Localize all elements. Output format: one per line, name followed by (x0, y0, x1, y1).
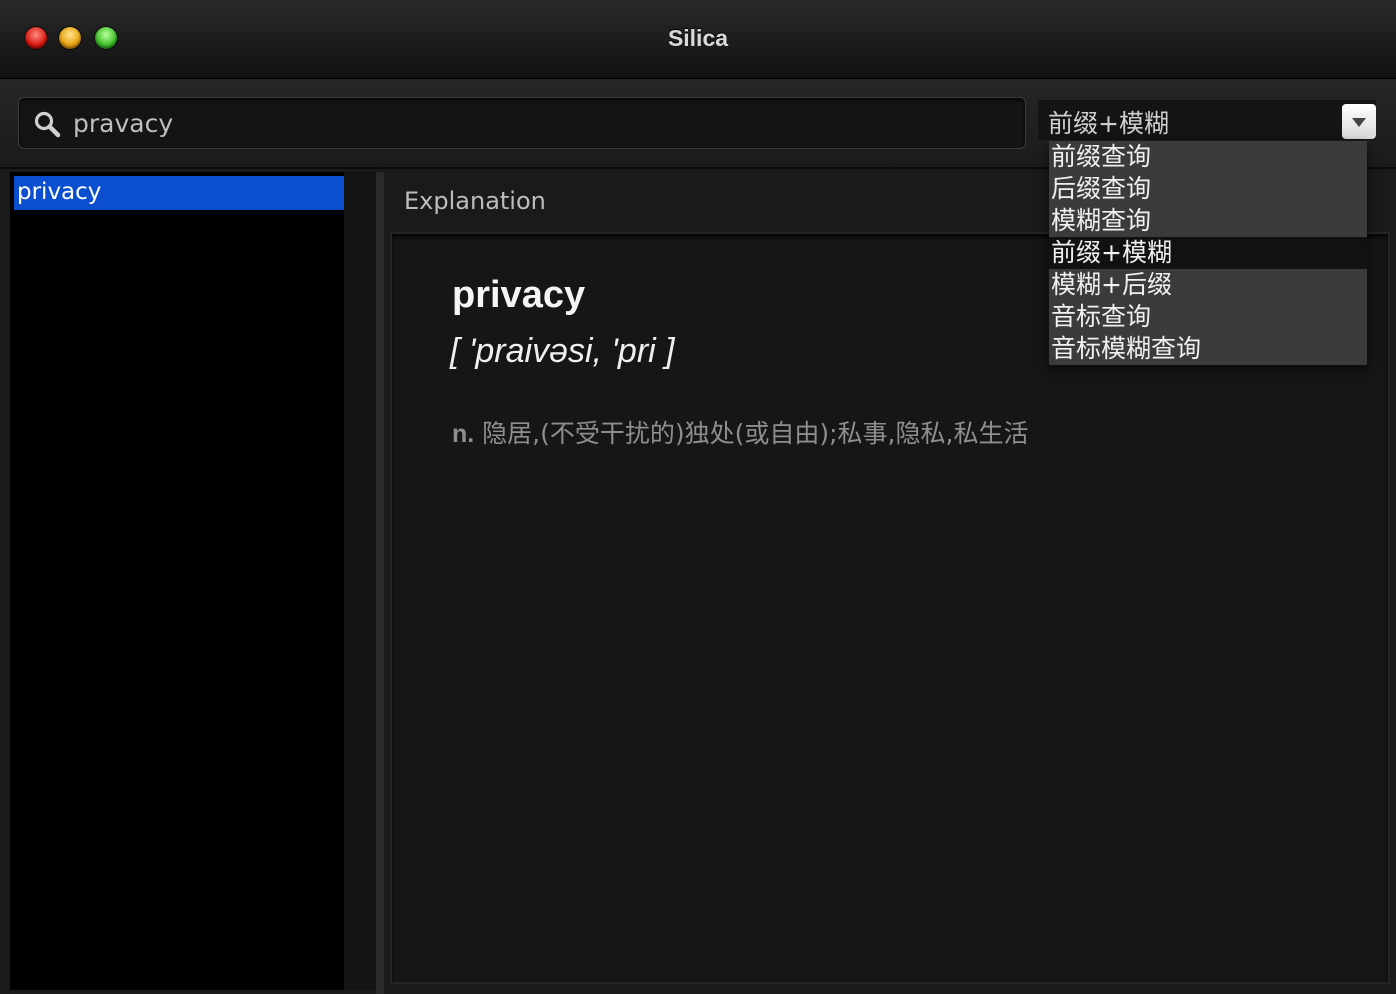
explanation-header: Explanation (404, 187, 546, 215)
search-mode-value: 前缀+模糊 (1048, 109, 1169, 138)
list-item-label: privacy (17, 179, 102, 205)
definition: n. 隐居,(不受干扰的)独处(或自由);私事,隐私,私生活 (452, 414, 1028, 450)
word-list-scrollbar[interactable] (344, 172, 376, 990)
chevron-down-icon[interactable] (1342, 104, 1376, 139)
search-box[interactable] (18, 97, 1026, 149)
search-input[interactable] (73, 106, 973, 140)
dropdown-option-fuzzy[interactable]: 模糊查询 (1049, 205, 1367, 237)
search-mode-select[interactable]: 前缀+模糊 (1038, 100, 1376, 140)
title-bar[interactable]: Silica (0, 0, 1396, 79)
part-of-speech: n. (452, 420, 475, 448)
dropdown-option-prefix-fuzzy[interactable]: 前缀+模糊 (1049, 237, 1367, 269)
word-list: privacy (10, 172, 344, 990)
headword: privacy (452, 274, 586, 316)
dropdown-option-fuzzy-suffix[interactable]: 模糊+后缀 (1049, 269, 1367, 301)
dropdown-option-suffix[interactable]: 后缀查询 (1049, 173, 1367, 205)
definition-text: 隐居,(不受干扰的)独处(或自由);私事,隐私,私生活 (482, 419, 1029, 448)
dropdown-option-phonetic[interactable]: 音标查询 (1049, 301, 1367, 333)
window-title: Silica (667, 25, 729, 51)
dropdown-option-prefix[interactable]: 前缀查询 (1049, 141, 1367, 173)
split-divider[interactable] (376, 172, 384, 994)
dropdown-option-phonetic-fuzzy[interactable]: 音标模糊查询 (1049, 333, 1367, 365)
phonetic: [ 'praivəsi, 'pri ] (450, 332, 675, 370)
search-icon (34, 111, 61, 138)
search-mode-dropdown: 前缀查询 后缀查询 模糊查询 前缀+模糊 模糊+后缀 音标查询 音标模糊查询 (1049, 141, 1367, 365)
list-item[interactable]: privacy (14, 176, 344, 210)
app-window: Silica 前缀+模糊 前缀查询 后缀查询 模糊查询 前缀+模糊 模糊+后缀 … (0, 0, 1396, 994)
